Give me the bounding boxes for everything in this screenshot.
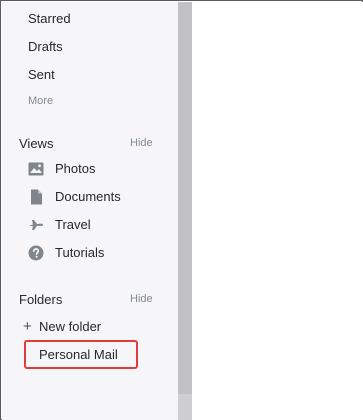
sidebar-item-label: Tutorials <box>55 245 105 260</box>
sidebar-item-travel[interactable]: Travel <box>28 215 91 235</box>
sidebar-item-label: Documents <box>55 189 121 204</box>
sidebar-item-photos[interactable]: Photos <box>28 159 95 179</box>
scrollbar-thumb[interactable] <box>178 2 192 394</box>
document-icon <box>28 189 44 205</box>
plus-icon: + <box>23 318 32 335</box>
sidebar-item-drafts[interactable]: Drafts <box>28 39 63 55</box>
sidebar-item-tutorials[interactable]: Tutorials <box>28 243 104 263</box>
views-section-title: Views <box>19 136 54 151</box>
airplane-icon <box>28 217 44 233</box>
sidebar-item-starred[interactable]: Starred <box>28 11 71 27</box>
folder-item-personal-mail[interactable]: Personal Mail <box>39 347 118 363</box>
sidebar-item-documents[interactable]: Documents <box>28 187 121 207</box>
more-link[interactable]: More <box>28 94 53 108</box>
views-hide-link[interactable]: Hide <box>130 136 153 150</box>
app-window: Starred Drafts Sent More Views Hide Phot… <box>0 0 363 420</box>
folders-hide-link[interactable]: Hide <box>130 292 153 306</box>
new-folder-button[interactable]: + New folder <box>23 318 101 336</box>
help-icon <box>28 245 44 261</box>
photo-icon <box>28 161 44 177</box>
sidebar-item-label: Travel <box>55 217 91 232</box>
folders-section-title: Folders <box>19 292 63 307</box>
sidebar: Starred Drafts Sent More Views Hide Phot… <box>2 2 178 420</box>
sidebar-scrollbar[interactable] <box>178 2 192 420</box>
sidebar-item-sent[interactable]: Sent <box>28 67 55 83</box>
sidebar-item-label: Photos <box>55 161 96 176</box>
new-folder-label: New folder <box>39 319 102 334</box>
message-pane <box>192 2 363 420</box>
